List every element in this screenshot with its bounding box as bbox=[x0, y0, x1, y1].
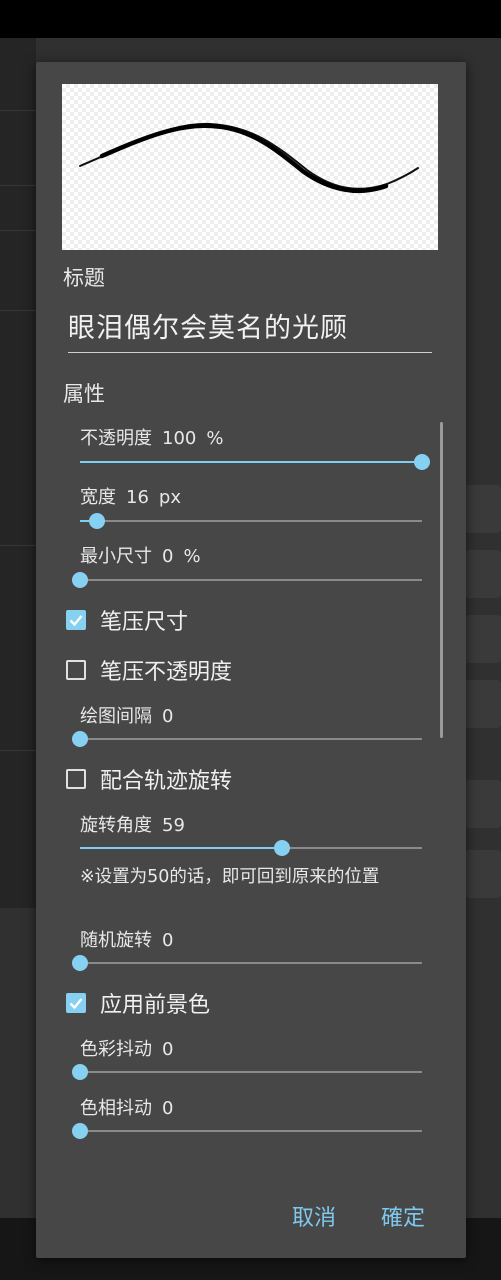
opacity-unit: % bbox=[206, 428, 224, 449]
color-jitter-label-text: 色彩抖动 bbox=[80, 1039, 152, 1060]
brush-settings-dialog: 标题 眼泪偶尔会莫名的光顾 属性 不透明度 100% 宽度 16 px 最小尺寸 0% … bbox=[36, 62, 466, 1258]
min-size-label-text: 最小尺寸 bbox=[80, 546, 152, 567]
random-rotation-label: 随机旋转 0 bbox=[80, 926, 183, 952]
hue-jitter-value: 0 bbox=[162, 1098, 174, 1119]
spacing-label-text: 绘图间隔 bbox=[80, 706, 152, 727]
hue-jitter-slider[interactable] bbox=[72, 1121, 422, 1141]
width-value: 16 bbox=[126, 487, 149, 508]
cancel-button[interactable]: 取消 bbox=[292, 1200, 336, 1232]
pressure-size-label: 笔压尺寸 bbox=[100, 610, 189, 635]
slider-thumb[interactable] bbox=[274, 840, 290, 856]
opacity-slider[interactable] bbox=[80, 452, 430, 472]
slider-fill bbox=[80, 461, 422, 463]
follow-rotation-checkbox[interactable] bbox=[66, 769, 86, 789]
pressure-size-checkbox[interactable] bbox=[66, 610, 86, 630]
min-size-slider[interactable] bbox=[72, 570, 422, 590]
foreground-color-checkbox[interactable] bbox=[66, 993, 86, 1013]
slider-thumb[interactable] bbox=[72, 1123, 88, 1139]
follow-rotation-label: 配合轨迹旋转 bbox=[100, 769, 233, 794]
slider-thumb[interactable] bbox=[414, 454, 430, 470]
rotation-note: ※设置为50的话，即可回到原来的位置 bbox=[80, 867, 380, 887]
slider-thumb[interactable] bbox=[72, 955, 88, 971]
foreground-color-checkbox-row[interactable]: 应用前景色 bbox=[66, 988, 210, 1018]
hue-jitter-label-text: 色相抖动 bbox=[80, 1098, 152, 1119]
opacity-label: 不透明度 100% bbox=[80, 424, 233, 450]
min-size-value: 0 bbox=[162, 546, 174, 567]
check-icon bbox=[69, 998, 83, 1010]
slider-track bbox=[80, 520, 422, 522]
width-unit: px bbox=[158, 487, 181, 508]
rotation-angle-slider[interactable] bbox=[80, 838, 422, 858]
hue-jitter-label: 色相抖动 0 bbox=[80, 1094, 183, 1120]
rotation-angle-value: 59 bbox=[162, 815, 185, 836]
slider-track bbox=[80, 1130, 422, 1132]
foreground-color-label: 应用前景色 bbox=[100, 993, 211, 1018]
opacity-value: 100 bbox=[162, 428, 197, 449]
slider-track bbox=[80, 738, 422, 740]
min-size-unit: % bbox=[183, 546, 201, 567]
slider-thumb[interactable] bbox=[72, 1064, 88, 1080]
color-jitter-label: 色彩抖动 0 bbox=[80, 1035, 183, 1061]
color-jitter-slider[interactable] bbox=[72, 1062, 422, 1082]
pressure-opacity-label: 笔压不透明度 bbox=[100, 660, 233, 685]
pressure-opacity-checkbox[interactable] bbox=[66, 660, 86, 680]
brush-title-input[interactable]: 眼泪偶尔会莫名的光顾 bbox=[68, 308, 432, 353]
rotation-angle-label: 旋转角度 59 bbox=[80, 811, 195, 837]
min-size-label: 最小尺寸 0% bbox=[80, 542, 211, 568]
spacing-label: 绘图间隔 0 bbox=[80, 702, 183, 728]
slider-track bbox=[80, 579, 422, 581]
width-label: 宽度 16 px bbox=[80, 483, 191, 509]
spacing-value: 0 bbox=[162, 706, 174, 727]
color-jitter-value: 0 bbox=[162, 1039, 174, 1060]
slider-fill bbox=[80, 847, 282, 849]
slider-track bbox=[80, 1071, 422, 1073]
random-rotation-label-text: 随机旋转 bbox=[80, 930, 152, 951]
rotation-angle-label-text: 旋转角度 bbox=[80, 815, 152, 836]
properties-section-label: 属性 bbox=[63, 382, 105, 406]
title-section-label: 标题 bbox=[63, 266, 105, 290]
random-rotation-value: 0 bbox=[162, 930, 174, 951]
slider-thumb[interactable] bbox=[72, 572, 88, 588]
width-label-text: 宽度 bbox=[80, 487, 116, 508]
stroke-preview-icon bbox=[79, 122, 419, 194]
ok-button[interactable]: 確定 bbox=[381, 1200, 425, 1232]
pressure-opacity-checkbox-row[interactable]: 笔压不透明度 bbox=[66, 655, 232, 685]
slider-thumb[interactable] bbox=[89, 513, 105, 529]
spacing-slider[interactable] bbox=[72, 729, 422, 749]
follow-rotation-checkbox-row[interactable]: 配合轨迹旋转 bbox=[66, 764, 232, 794]
check-icon bbox=[69, 615, 83, 627]
dialog-scrollbar[interactable] bbox=[440, 422, 443, 738]
opacity-label-text: 不透明度 bbox=[80, 428, 152, 449]
pressure-size-checkbox-row[interactable]: 笔压尺寸 bbox=[66, 605, 188, 635]
brush-stroke-preview bbox=[62, 84, 438, 250]
slider-thumb[interactable] bbox=[72, 731, 88, 747]
slider-track bbox=[80, 962, 422, 964]
random-rotation-slider[interactable] bbox=[72, 953, 422, 973]
width-slider[interactable] bbox=[80, 511, 422, 531]
